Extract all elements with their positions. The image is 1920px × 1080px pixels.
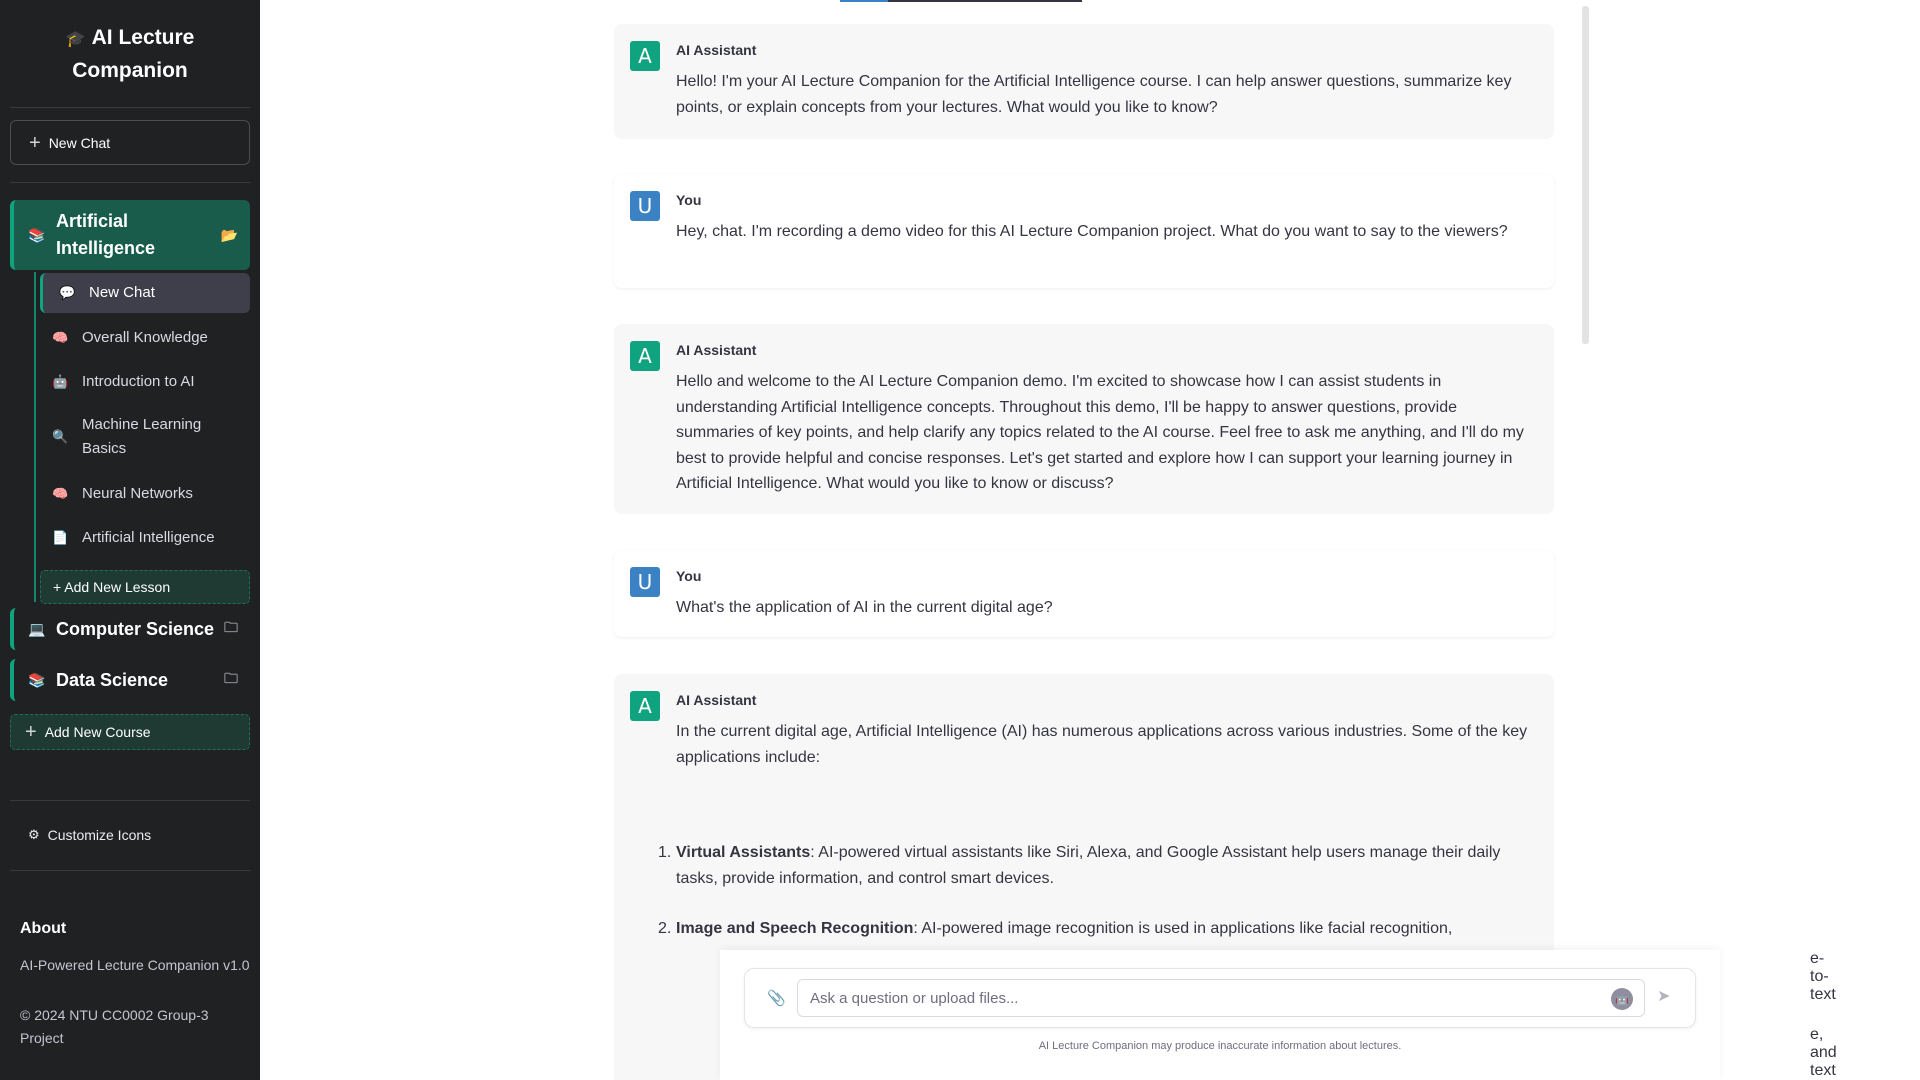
disclaimer: AI Lecture Companion may produce inaccur… — [1038, 1040, 1402, 1052]
magnifier-icon: 🔍 — [52, 429, 69, 444]
books-icon: 📚 — [28, 226, 46, 243]
lesson-artificial-intelligence[interactable]: 📄 Artificial Intelligence — [40, 518, 250, 558]
bot-icon[interactable]: 🤖 — [1611, 988, 1633, 1010]
message-text-fragment: e-to-text — [1810, 950, 1836, 1003]
about-version: AI-Powered Lecture Companion v1.0 — [20, 957, 250, 973]
new-chat-button[interactable]: + New Chat — [10, 120, 250, 165]
graduation-cap-icon: 🎓 — [65, 31, 86, 48]
plus-icon: + — [29, 131, 41, 154]
course-data-science[interactable]: 📚 Data Science 🗀 — [10, 659, 250, 701]
course-artificial-intelligence[interactable]: 📚 Artificial Intelligence 📂 — [10, 200, 250, 270]
assistant-message: A AI Assistant Hello! I'm your AI Lectur… — [614, 24, 1554, 139]
divider — [10, 107, 250, 108]
folder-icon[interactable]: 🗀 — [224, 617, 238, 641]
lesson-label: Machine Learning Basics — [82, 416, 202, 457]
list-item: 1. Virtual Assistants: AI-powered virtual… — [658, 840, 1538, 891]
user-message: U You Hey, chat. I'm recording a demo vi… — [614, 174, 1554, 288]
lesson-label: Overall Knowledge — [82, 329, 208, 346]
chat-input[interactable] — [797, 979, 1645, 1017]
about-copyright: © 2024 NTU CC0002 Group-3 Project — [20, 1007, 209, 1046]
input-box: 📎 🤖 ➤ — [744, 968, 1696, 1028]
lesson-overall-knowledge[interactable]: 🧠 Overall Knowledge — [40, 318, 250, 358]
message-text: Hello! I'm your AI Lecture Companion for… — [676, 73, 1512, 116]
folder-icon[interactable]: 🗀 — [224, 668, 238, 692]
message-text: Hello and welcome to the AI Lecture Comp… — [676, 373, 1524, 492]
app-title: 🎓 AI Lecture Companion — [0, 22, 260, 86]
message-text-fragment: e, and text — [1810, 1026, 1837, 1079]
user-avatar: U — [630, 191, 660, 221]
lesson-machine-learning-basics[interactable]: 🔍 Machine Learning Basics — [40, 412, 250, 462]
message-text: Hey, chat. I'm recording a demo video fo… — [676, 223, 1508, 240]
course-label: Computer Science — [56, 618, 215, 639]
lesson-label: Neural Networks — [82, 485, 193, 502]
list-item-text: : AI-powered image recognition is used i… — [913, 920, 1453, 937]
list-number: 1. — [658, 844, 672, 861]
message-author: You — [676, 192, 702, 208]
divider — [10, 870, 250, 871]
message-author: AI Assistant — [676, 692, 757, 708]
document-icon: 📄 — [52, 530, 69, 545]
open-folder-icon[interactable]: 📂 — [221, 227, 238, 244]
add-new-lesson-button[interactable]: + Add New Lesson — [40, 570, 250, 604]
ordered-list: 1. Virtual Assistants: AI-powered virtual… — [658, 840, 1538, 942]
chat-icon: 💬 — [59, 285, 76, 300]
paperclip-icon[interactable]: 📎 — [767, 989, 786, 1007]
brain-icon: 🧠 — [52, 486, 69, 501]
lesson-neural-networks[interactable]: 🧠 Neural Networks — [40, 474, 250, 514]
message-author: You — [676, 568, 702, 584]
message-author: AI Assistant — [676, 42, 757, 58]
chat-area: A AI Assistant Hello! I'm your AI Lectur… — [260, 0, 1920, 1080]
app-title-line2: Companion — [72, 59, 188, 82]
divider — [10, 800, 250, 801]
message-text: In the current digital age, Artificial I… — [658, 719, 1538, 942]
app-title-line1: AI Lecture — [91, 26, 195, 49]
list-item-title: Image and Speech Recognition — [676, 920, 914, 937]
robot-icon: 🤖 — [52, 374, 69, 389]
lesson-label: Introduction to AI — [82, 373, 195, 390]
list-item: 2. Image and Speech Recognition: AI-power… — [658, 916, 1538, 942]
divider — [10, 182, 250, 183]
input-panel: 📎 🤖 ➤ AI Lecture Companion may produce i… — [720, 950, 1720, 1080]
customize-label: Customize Icons — [47, 827, 152, 843]
user-message: U You What's the application of AI in th… — [614, 550, 1554, 637]
assistant-avatar: A — [630, 341, 660, 371]
lesson-tree-line — [34, 272, 36, 602]
plus-icon: + — [25, 721, 37, 743]
list-item-title: Virtual Assistants — [676, 844, 811, 861]
list-number: 2. — [658, 920, 672, 937]
add-course-label: Add New Course — [44, 724, 151, 740]
send-icon[interactable]: ➤ — [1657, 986, 1670, 1006]
assistant-avatar: A — [630, 41, 660, 71]
lesson-label: Artificial Intelligence — [82, 529, 215, 546]
course-label: Data Science — [56, 669, 169, 690]
message-author: AI Assistant — [676, 342, 757, 358]
laptop-icon: 💻 — [28, 620, 46, 637]
lesson-introduction-to-ai[interactable]: 🤖 Introduction to AI — [40, 362, 250, 402]
books-icon: 📚 — [28, 671, 46, 688]
add-new-course-button[interactable]: + Add New Course — [10, 714, 250, 750]
course-label: Artificial Intelligence — [56, 211, 156, 258]
brain-icon: 🧠 — [52, 330, 69, 345]
assistant-message: A AI Assistant Hello and welcome to the … — [614, 324, 1554, 514]
sidebar: 🎓 AI Lecture Companion + New Chat 📚 Artif… — [0, 0, 260, 1080]
new-chat-label: New Chat — [48, 134, 111, 151]
gear-icon: ⚙ — [28, 827, 40, 842]
user-avatar: U — [630, 567, 660, 597]
assistant-avatar: A — [630, 691, 660, 721]
chat-scrollbar[interactable] — [1582, 6, 1589, 344]
about-title: About — [20, 920, 67, 937]
message-paragraph: In the current digital age, Artificial I… — [676, 723, 1528, 766]
lesson-label: New Chat — [89, 284, 155, 301]
course-computer-science[interactable]: 💻 Computer Science 🗀 — [10, 608, 250, 650]
customize-icons-button[interactable]: ⚙ Customize Icons — [28, 827, 151, 843]
lesson-new-chat[interactable]: 💬 New Chat — [40, 273, 250, 313]
top-tab-indicator — [840, 0, 1082, 2]
message-text: What's the application of AI in the curr… — [676, 599, 1053, 616]
